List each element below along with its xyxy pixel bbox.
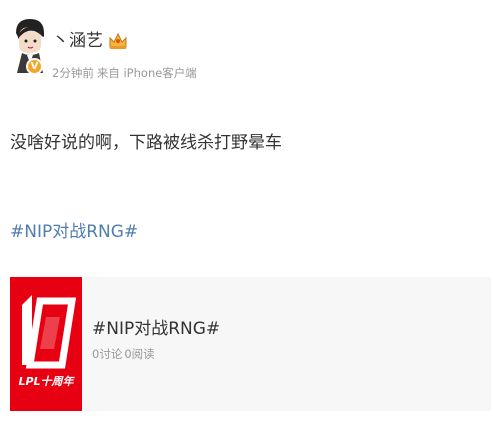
- post-source: 来自 iPhone客户端: [96, 66, 197, 80]
- topic-stats: 0讨论 0阅读: [92, 346, 220, 362]
- topic-discussion-count: 0讨论: [92, 347, 123, 361]
- verified-badge: V: [26, 58, 43, 75]
- hashtag-link[interactable]: #NIP对战RNG#: [10, 220, 138, 244]
- post-text: 没啥好说的啊，下路被线杀打野晕车: [10, 133, 282, 153]
- lpl-10-anniversary-logo-icon: LPL十周年: [10, 277, 82, 411]
- crown-icon[interactable]: [107, 30, 129, 52]
- topic-title[interactable]: #NIP对战RNG#: [92, 317, 220, 341]
- post-time[interactable]: 2分钟前: [52, 66, 94, 80]
- lpl-anniversary-label: LPL十周年: [18, 375, 75, 388]
- topic-read-count: 0阅读: [124, 347, 155, 361]
- topic-card[interactable]: LPL十周年 #NIP对战RNG# 0讨论 0阅读: [10, 277, 491, 411]
- topic-thumbnail: LPL十周年: [10, 277, 82, 411]
- topic-card-body: #NIP对战RNG# 0讨论 0阅读: [82, 277, 220, 411]
- post-author: 丶涵艺: [52, 29, 129, 53]
- post-meta: 2分钟前 来自 iPhone客户端: [52, 65, 197, 81]
- username-link[interactable]: 丶涵艺: [52, 29, 103, 53]
